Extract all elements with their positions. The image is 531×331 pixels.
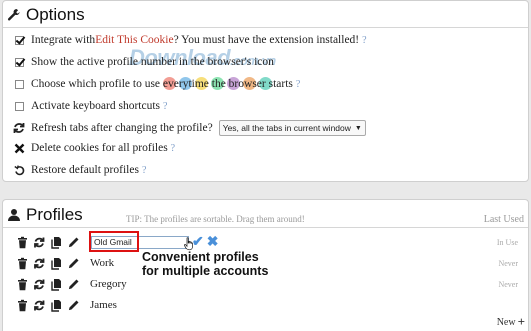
refresh-select[interactable]: Yes, all the tabs in current window ▼ [218,120,366,136]
profile-row[interactable]: James [16,296,117,314]
refresh-label: Refresh tabs after changing the profile? [31,122,213,134]
pencil-icon[interactable] [67,257,80,270]
sortable-tip: TIP: The profiles are sortable. Drag the… [126,214,305,224]
wrench-icon [7,9,20,21]
show-active-label: Show the active profile number in the br… [31,56,274,68]
option-choose-profile: Choose which profile to use everytime th… [13,76,300,92]
integrate-label-prefix: Integrate with [31,34,96,46]
hand-cursor-icon [184,237,193,251]
choose-profile-help-link[interactable]: ? [296,79,300,90]
switch-profile-icon[interactable] [33,236,46,249]
copy-icon[interactable] [50,236,63,249]
switch-profile-icon[interactable] [33,278,46,291]
new-profile-label: New [496,316,516,328]
options-divider [3,27,528,28]
restore-icon [13,164,24,175]
annotation-highlight-box [89,231,139,252]
trash-icon[interactable] [16,236,29,249]
dropdown-arrow-icon: ▼ [354,124,362,132]
annotation-line-1: Convenient profiles [142,250,259,264]
refresh-select-value: Yes, all the tabs in current window [222,123,351,133]
option-restore: Restore default profiles ? [13,162,146,178]
trash-icon[interactable] [16,278,29,291]
copy-icon[interactable] [50,278,63,291]
copy-icon[interactable] [50,257,63,270]
delete-x-icon [14,143,24,153]
keyboard-checkbox[interactable] [14,101,24,111]
pencil-icon[interactable] [67,236,80,249]
integrate-help-link[interactable]: ? [362,35,366,46]
profile-row[interactable]: Gregory [16,275,127,293]
option-show-active: Show the active profile number in the br… [13,54,274,70]
refresh-icon [13,123,25,133]
profile-row[interactable]: Work [16,254,114,272]
options-panel: Options Download.com.vn Integrate with E… [2,0,529,182]
plus-icon: + [517,314,525,329]
option-integrate: Integrate with Edit This Cookie? You mus… [13,32,367,48]
profile-last-used: Never [498,259,518,268]
option-delete-cookies: Delete cookies for all profiles ? [13,140,175,156]
new-profile-button[interactable]: New + [497,314,525,330]
profile-last-used: Never [498,280,518,289]
trash-icon[interactable] [16,299,29,312]
annotation-caption: Convenient profiles for multiple account… [142,250,268,278]
cancel-x-icon[interactable]: ✖ [207,234,219,251]
profile-name: Work [90,257,115,269]
restore-help-link[interactable]: ? [142,165,146,176]
switch-profile-icon[interactable] [33,257,46,270]
profiles-title: Profiles [26,205,83,224]
profile-last-used: In Use [496,238,518,247]
delete-cookies-link[interactable]: Delete cookies for all profiles [31,142,168,154]
trash-icon[interactable] [16,257,29,270]
pencil-icon[interactable] [67,278,80,291]
integrate-label-suffix: ? You must have the extension installed! [173,34,360,46]
delete-cookies-help-link[interactable]: ? [171,143,175,154]
keyboard-label: Activate keyboard shortcuts [31,100,161,112]
option-refresh: Refresh tabs after changing the profile?… [13,120,366,136]
last-used-header: Last Used [483,214,524,225]
copy-icon[interactable] [50,299,63,312]
choose-profile-checkbox[interactable] [14,79,24,89]
integrate-checkbox[interactable] [14,35,24,45]
choose-profile-label: Choose which profile to use everytime th… [31,78,293,90]
show-active-checkbox[interactable] [14,57,24,67]
profiles-header: Profiles [7,203,83,227]
keyboard-help-link[interactable]: ? [163,101,167,112]
user-icon [8,209,20,221]
annotation-line-2: for multiple accounts [142,264,269,278]
option-keyboard: Activate keyboard shortcuts ? [13,98,167,114]
profile-name: Gregory [90,278,127,290]
pencil-icon[interactable] [67,299,80,312]
profiles-divider [3,227,528,228]
edit-this-cookie-link[interactable]: Edit This Cookie [95,34,173,46]
options-title: Options [26,5,85,24]
profile-name: James [90,299,117,311]
switch-profile-icon[interactable] [33,299,46,312]
profiles-panel: Profiles TIP: The profiles are sortable.… [2,199,529,331]
restore-defaults-link[interactable]: Restore default profiles [31,164,139,176]
options-header: Options [7,3,85,27]
